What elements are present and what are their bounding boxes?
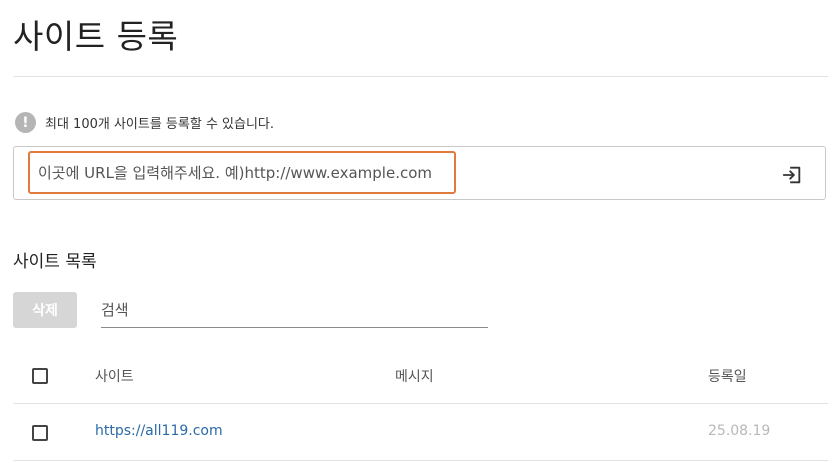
table-header: 사이트 메시지 등록일 [13,350,828,404]
url-input[interactable] [28,151,456,194]
site-list-title: 사이트 목록 [13,252,97,272]
enter-icon[interactable] [781,164,803,186]
title-divider [13,76,828,77]
column-header-message: 메시지 [395,369,434,385]
column-header-site: 사이트 [95,369,134,385]
table-row: https://all119.com 25.08.19 [13,404,828,461]
search-input[interactable] [101,292,488,328]
select-all-checkbox[interactable] [32,368,48,384]
delete-button[interactable]: 삭제 [13,292,77,328]
column-header-date: 등록일 [708,369,747,385]
notice-message: ! 최대 100개 사이트를 등록할 수 있습니다. [15,112,274,133]
site-registration-page: 사이트 등록 ! 최대 100개 사이트를 등록할 수 있습니다. 사이트 목록… [0,0,832,463]
exclamation-icon: ! [15,112,36,133]
registration-date: 25.08.19 [708,423,771,439]
site-link[interactable]: https://all119.com [95,423,223,439]
url-form [13,146,826,200]
row-checkbox[interactable] [32,425,48,441]
notice-text: 최대 100개 사이트를 등록할 수 있습니다. [45,117,275,132]
page-title: 사이트 등록 [13,17,179,56]
